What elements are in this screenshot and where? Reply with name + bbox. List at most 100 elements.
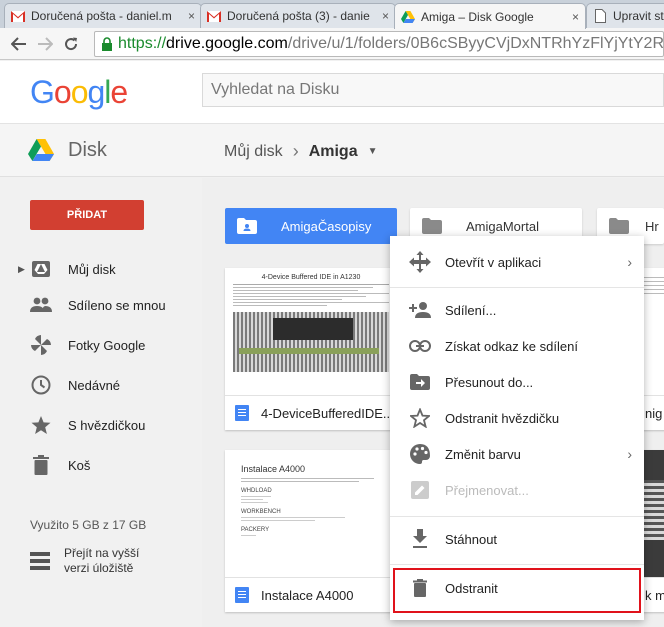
file-card[interactable]: 4-Device Buffered IDE in A1230 4-DeviceB… [225,268,397,430]
context-menu: Otevřít v aplikaci › Sdílení... Získat o… [390,236,644,620]
breadcrumb-root[interactable]: Můj disk [224,143,283,161]
breadcrumb-current[interactable]: Amiga [309,143,358,161]
browser-tab-doc[interactable]: Upravit st [586,3,664,28]
app-name[interactable]: Disk [68,139,107,162]
close-icon[interactable]: × [382,9,389,23]
sidebar-item-my-drive[interactable]: ▶ Můj disk [0,252,202,286]
gmail-icon [11,9,25,23]
menu-item-share[interactable]: Sdílení... [390,292,644,328]
menu-item-open-with[interactable]: Otevřít v aplikaci › [390,244,644,280]
file-name: nig [645,405,663,421]
file-card[interactable]: k m [642,450,664,612]
folder-item[interactable]: AmigaČasopisy [225,208,397,244]
tab-title: Doručená pošta - daniel.m [31,9,172,23]
folder-name: AmigaMortal [466,218,539,234]
file-thumbnail [642,450,664,578]
browser-tab-gmail-2[interactable]: Doručená pošta (3) - danie × [200,3,396,28]
forward-arrow-icon[interactable] [32,31,58,57]
thumbnail-photo [233,312,389,372]
menu-item-label: Odstranit hvězdičku [445,410,560,426]
menu-item-label: Změnit barvu [445,446,521,462]
menu-item-label: Získat odkaz ke sdílení [445,338,578,354]
download-icon [408,527,432,551]
browser-toolbar: https://drive.google.com/drive/u/1/folde… [0,28,664,60]
search-input[interactable]: Vyhledat na Disku [202,73,664,107]
expand-triangle-icon[interactable]: ▶ [18,264,25,275]
menu-item-delete[interactable]: Odstranit [390,570,644,606]
menu-item-rename[interactable]: Přejmenovat... [390,472,644,508]
trash-icon [30,454,52,476]
caret-down-icon[interactable]: ▼ [368,146,378,157]
thumbnail-section: WHDLOAD [241,488,272,494]
move-folder-icon [408,370,432,394]
trash-icon [408,576,432,600]
menu-item-label: Přejmenovat... [445,482,529,498]
upgrade-label: Přejít na vyšší verzi úložiště [64,546,139,576]
chevron-right-icon: › [292,141,299,161]
close-icon[interactable]: × [188,9,195,23]
menu-item-label: Sdílení... [445,302,497,318]
file-name-row: k m [642,578,664,612]
my-drive-icon [30,258,52,280]
doc-page-icon [593,9,607,23]
storage-stack-icon [30,552,50,575]
sidebar-item-label: Sdíleno se mnou [68,297,166,313]
star-outline-icon [408,406,432,430]
sidebar-item-photos[interactable]: Fotky Google [0,328,202,362]
photos-icon [30,334,52,356]
menu-item-label: Stáhnout [445,531,498,547]
menu-item-get-link[interactable]: Získat odkaz ke sdílení [390,328,644,364]
sidebar-item-trash[interactable]: Koš [0,448,202,482]
drive-icon [401,10,415,24]
google-logo[interactable]: Google [30,74,128,111]
browser-tab-strip: Doručená pošta - daniel.m × Doručená poš… [0,0,664,29]
drive-logo-icon[interactable] [28,139,54,166]
file-card[interactable]: Instalace A4000 WHDLOAD WORKBENCH PACKER… [225,450,397,612]
browser-tab-gmail-1[interactable]: Doručená pošta - daniel.m × [4,3,202,28]
file-name: k m [645,587,664,603]
reload-icon[interactable] [58,31,84,57]
back-arrow-icon[interactable] [6,31,32,57]
new-button[interactable]: PŘIDAT [30,200,144,230]
close-icon[interactable]: × [572,10,579,24]
sidebar-item-label: Můj disk [68,261,116,277]
upgrade-storage-link[interactable]: Přejít na vyšší verzi úložiště [30,546,190,580]
menu-item-label: Otevřít v aplikaci [445,254,542,270]
file-thumbnail: Instalace A4000 WHDLOAD WORKBENCH PACKER… [225,450,397,578]
browser-tab-drive[interactable]: Amiga – Disk Google × [394,3,586,29]
file-card[interactable]: nig [642,268,664,430]
file-thumbnail: 4-Device Buffered IDE in A1230 [225,268,397,396]
url-scheme: https:// [118,35,167,52]
shared-icon [30,294,52,316]
chevron-right-icon: › [627,254,632,270]
sidebar: PŘIDAT ▶ Můj disk Sdíleno se mnou Fotky … [0,178,202,627]
file-name-row: Instalace A4000 [225,578,397,612]
menu-item-download[interactable]: Stáhnout [390,521,644,557]
folder-icon [609,218,629,234]
file-thumbnail [642,268,664,396]
upgrade-line-2: verzi úložiště [64,561,134,575]
sidebar-item-shared[interactable]: Sdíleno se mnou [0,288,202,322]
sidebar-item-starred[interactable]: S hvězdičkou [0,408,202,442]
folder-name: AmigaČasopisy [281,218,372,234]
sidebar-item-label: Fotky Google [68,337,146,353]
chevron-right-icon: › [627,446,632,462]
lock-icon [101,37,113,51]
drive-header: Google Vyhledat na Disku [0,61,664,123]
menu-item-unstar[interactable]: Odstranit hvězdičku [390,400,644,436]
sidebar-item-label: Nedávné [68,377,121,393]
rename-icon [408,478,432,502]
thumbnail-section: PACKERY [241,527,270,533]
thumbnail-title: Instalace A4000 [241,464,306,474]
star-icon [30,414,52,436]
menu-item-label: Odstranit [445,580,498,596]
address-bar[interactable]: https://drive.google.com/drive/u/1/folde… [94,31,664,57]
shared-folder-icon [237,218,257,234]
menu-item-move[interactable]: Přesunout do... [390,364,644,400]
gmail-icon [207,9,221,23]
sidebar-item-recent[interactable]: Nedávné [0,368,202,402]
menu-item-label: Přesunout do... [445,374,534,390]
menu-item-change-color[interactable]: Změnit barvu › [390,436,644,472]
google-docs-icon [235,405,249,421]
thumbnail-section: WORKBENCH [241,509,281,515]
